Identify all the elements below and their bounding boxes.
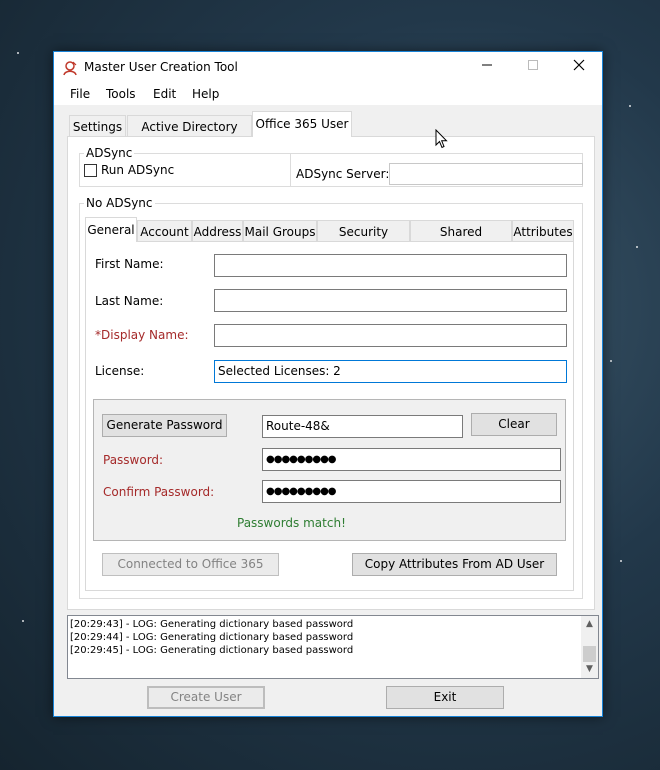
minimize-icon bbox=[482, 64, 492, 66]
log-scrollbar[interactable]: ▲ ▼ bbox=[581, 616, 598, 678]
star bbox=[22, 620, 24, 622]
password-input[interactable]: ●●●●●●●●● bbox=[262, 448, 561, 471]
close-icon bbox=[573, 59, 585, 71]
license-input[interactable]: Selected Licenses: 2 bbox=[214, 360, 567, 383]
scroll-up-icon[interactable]: ▲ bbox=[581, 616, 598, 633]
star bbox=[629, 105, 631, 107]
first-name-label: First Name: bbox=[95, 257, 164, 271]
last-name-label: Last Name: bbox=[95, 294, 164, 308]
mouse-cursor-icon bbox=[435, 129, 448, 149]
adsync-group-title: ADSync bbox=[84, 146, 135, 160]
star bbox=[636, 246, 638, 248]
display-name-label: *Display Name: bbox=[95, 328, 189, 342]
subtab-shared-mailboxes[interactable]: Shared Mailboxes bbox=[410, 220, 512, 261]
connected-to-office-365-button[interactable]: Connected to Office 365 bbox=[102, 553, 279, 576]
menu-file[interactable]: File bbox=[70, 87, 90, 101]
first-name-input[interactable] bbox=[214, 254, 567, 277]
scroll-thumb[interactable] bbox=[583, 646, 596, 662]
generate-password-button[interactable]: Generate Password bbox=[102, 414, 227, 437]
log-line: [20:29:43] - LOG: Generating dictionary … bbox=[70, 619, 354, 630]
run-adsync-checkbox[interactable] bbox=[84, 164, 97, 177]
subtab-security-groups[interactable]: Security Groups bbox=[317, 220, 410, 261]
adsync-server-label: ADSync Server: bbox=[296, 167, 390, 181]
menu-tools[interactable]: Tools bbox=[106, 87, 136, 101]
no-adsync-group-title: No ADSync bbox=[84, 196, 155, 210]
password-match-status: Passwords match! bbox=[237, 516, 346, 530]
adsync-server-input[interactable] bbox=[389, 163, 583, 185]
menu-help[interactable]: Help bbox=[192, 87, 219, 101]
office-365-panel: ADSync Run ADSync ADSync Server: No ADSy… bbox=[67, 136, 595, 610]
tab-active-directory-user[interactable]: Active Directory User bbox=[127, 115, 252, 156]
last-name-input[interactable] bbox=[214, 289, 567, 312]
subtab-address[interactable]: Address bbox=[192, 220, 243, 242]
generated-password-input[interactable]: Route-48& bbox=[262, 415, 463, 438]
password-label: Password: bbox=[103, 453, 164, 467]
log-line: [20:29:45] - LOG: Generating dictionary … bbox=[70, 645, 354, 656]
star bbox=[610, 360, 612, 362]
minimize-button[interactable] bbox=[464, 52, 510, 83]
subtab-account[interactable]: Account bbox=[137, 220, 192, 242]
subtab-attributes[interactable]: Attributes bbox=[512, 220, 574, 242]
star bbox=[17, 52, 19, 54]
confirm-password-label: Confirm Password: bbox=[103, 485, 215, 499]
title-bar[interactable]: Master User Creation Tool bbox=[54, 52, 602, 83]
menu-edit[interactable]: Edit bbox=[153, 87, 176, 101]
copy-attributes-button[interactable]: Copy Attributes From AD User bbox=[352, 553, 557, 576]
create-user-button[interactable]: Create User bbox=[147, 686, 265, 709]
adsync-divider bbox=[290, 154, 291, 186]
window-title: Master User Creation Tool bbox=[84, 60, 238, 74]
log-line: [20:29:44] - LOG: Generating dictionary … bbox=[70, 632, 354, 643]
exit-button[interactable]: Exit bbox=[386, 686, 504, 709]
tab-office-365-user[interactable]: Office 365 User bbox=[252, 111, 352, 137]
subtab-general[interactable]: General bbox=[85, 217, 137, 242]
maximize-icon bbox=[528, 60, 538, 70]
menu-bar: File Tools Edit Help bbox=[54, 83, 602, 105]
display-name-input[interactable] bbox=[214, 324, 567, 347]
run-adsync-label: Run ADSync bbox=[101, 163, 175, 177]
close-button[interactable] bbox=[556, 52, 602, 83]
app-icon bbox=[63, 61, 77, 76]
maximize-button[interactable] bbox=[510, 52, 556, 83]
tab-settings[interactable]: Settings bbox=[69, 115, 126, 137]
scroll-down-icon[interactable]: ▼ bbox=[581, 661, 598, 678]
confirm-password-input[interactable]: ●●●●●●●●● bbox=[262, 480, 561, 503]
password-panel: Generate Password Route-48& Clear Passwo… bbox=[93, 399, 566, 541]
general-panel: First Name: Last Name: *Display Name: Li… bbox=[85, 241, 574, 591]
log-box[interactable]: [20:29:43] - LOG: Generating dictionary … bbox=[67, 615, 599, 679]
star bbox=[620, 560, 622, 562]
app-window: Master User Creation Tool File Tools Edi… bbox=[53, 51, 603, 717]
subtab-mail-groups[interactable]: Mail Groups bbox=[243, 220, 317, 242]
clear-button[interactable]: Clear bbox=[471, 413, 557, 436]
license-label: License: bbox=[95, 364, 145, 378]
